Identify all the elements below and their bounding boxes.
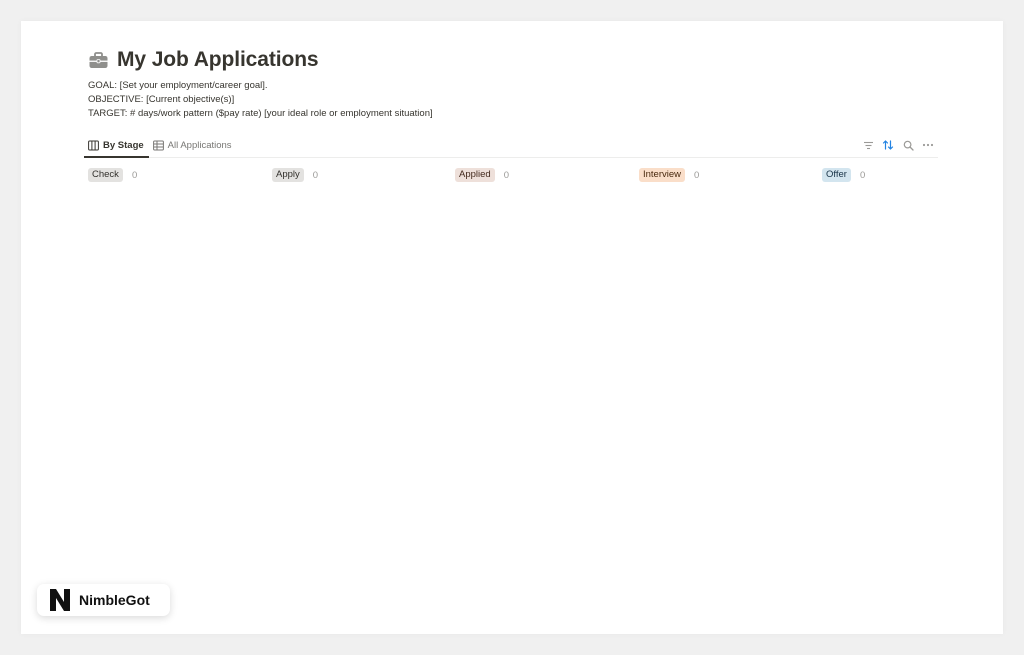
board-view: Check 0 Apply 0 Applied 0 Interview 0 Of… [84,164,938,186]
nimblegot-logo-icon [48,588,72,612]
nimblegot-watermark: NimbleGot [37,584,170,616]
view-toolbar [858,133,938,157]
stage-badge: Interview [639,168,686,182]
view-tabs: By Stage All Applications [84,133,938,158]
objective-text: OBJECTIVE: [Current objective(s)] [88,94,235,105]
filter-icon[interactable] [858,135,878,155]
stage-badge: Offer [822,168,851,182]
goal-text: GOAL: [Set your employment/career goal]. [88,80,268,91]
sort-icon[interactable] [878,135,898,155]
stage-badge: Applied [455,168,495,182]
table-icon [152,140,164,151]
stage-count: 0 [859,169,866,181]
stage-count: 0 [694,169,700,181]
page-title: My Job Applications [117,48,319,71]
tab-by-stage[interactable]: By Stage [84,133,149,158]
stage-count: 0 [312,169,319,181]
column-interview[interactable]: Interview 0 [639,164,699,186]
title-row: My Job Applications [84,45,938,75]
page-description: GOAL: [Set your employment/career goal].… [88,79,938,121]
board-icon [88,140,99,151]
tab-label: All Applications [167,139,232,151]
column-offer[interactable]: Offer 0 [822,164,865,186]
column-apply[interactable]: Apply 0 [272,164,318,186]
tab-all-applications[interactable]: All Applications [149,133,237,157]
target-text: TARGET: # days/work pattern ($pay rate) … [88,108,433,119]
stage-count: 0 [503,169,509,181]
page-content: My Job Applications GOAL: [Set your empl… [84,45,938,186]
page-frame: My Job Applications GOAL: [Set your empl… [21,21,1003,634]
tab-label: By Stage [103,139,144,151]
column-check[interactable]: Check 0 [88,164,137,186]
more-icon[interactable] [918,135,938,155]
briefcase-icon[interactable] [88,50,108,70]
stage-badge: Check [88,168,123,182]
brand-name: NimbleGot [79,592,150,608]
stage-count: 0 [131,169,138,181]
stage-badge: Apply [272,168,304,182]
column-applied[interactable]: Applied 0 [455,164,509,186]
search-icon[interactable] [898,135,918,155]
